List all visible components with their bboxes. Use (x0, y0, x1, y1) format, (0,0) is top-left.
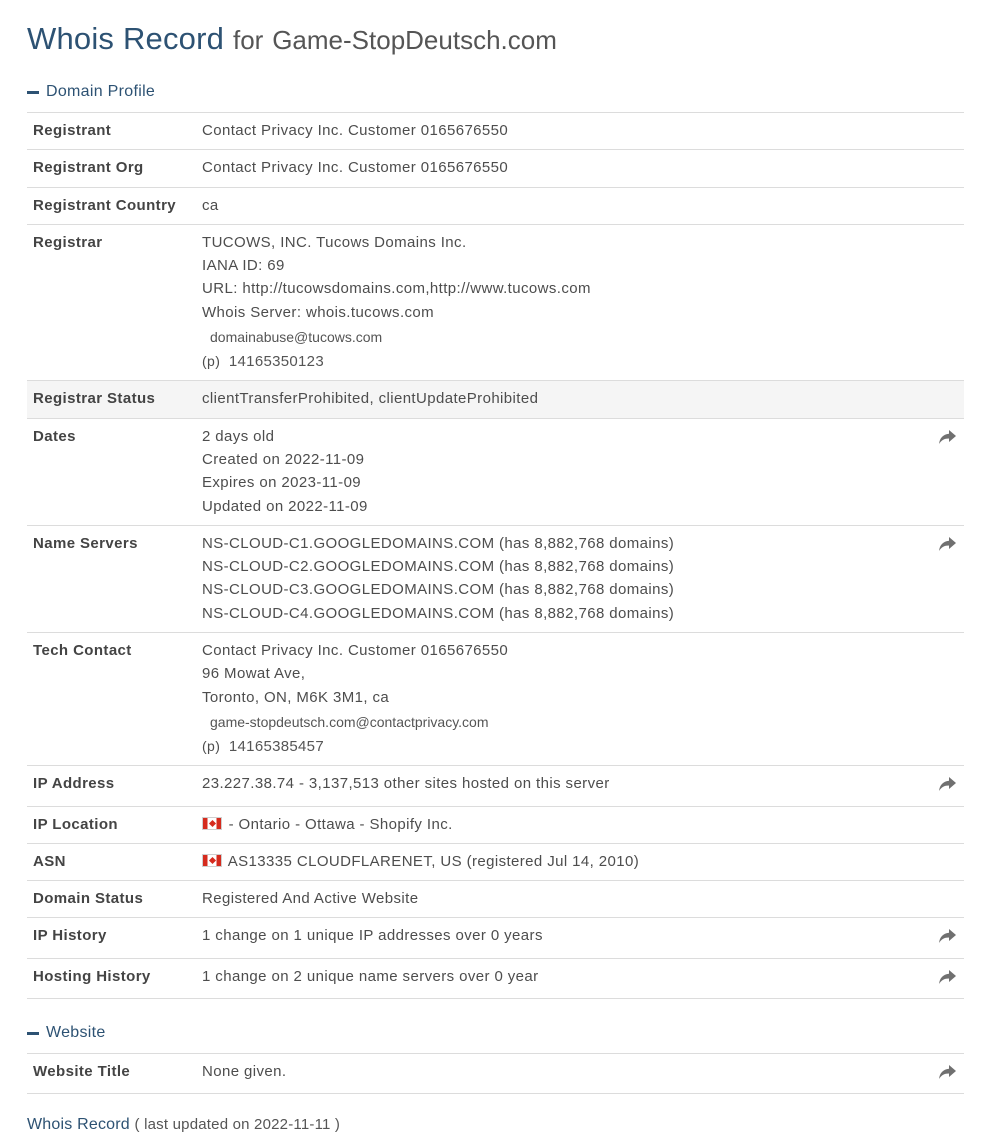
ip-history-value: 1 change on 1 unique IP addresses over 0… (202, 927, 543, 945)
table-row: Registrant Org Contact Privacy Inc. Cust… (27, 149, 964, 187)
table-row: Domain Status Registered And Active Webs… (27, 880, 964, 918)
ip-location-value: - Ontario - Ottawa - Shopify Inc. (224, 815, 453, 833)
registrar-email: domainabuse@tucows.com (210, 329, 383, 346)
table-row: IP History 1 change on 1 unique IP addre… (27, 917, 964, 958)
registrar-value: TUCOWS, INC. Tucows Domains Inc. IANA ID… (196, 224, 926, 380)
table-row: Registrar TUCOWS, INC. Tucows Domains In… (27, 224, 964, 380)
canada-flag-icon (202, 853, 222, 867)
domain-status-value: Registered And Active Website (202, 890, 419, 908)
domain-profile-toggle[interactable]: Domain Profile (27, 80, 964, 104)
page-title-main: Whois Record (27, 21, 225, 56)
ip-location-label: IP Location (33, 815, 118, 833)
whois-page: Whois Record for Game-StopDeutsch.com Do… (0, 0, 964, 1134)
tech-contact-phone: 14165385457 (228, 737, 324, 755)
table-row: Website Title None given. (27, 1053, 964, 1094)
domain-profile-heading: Domain Profile (46, 83, 156, 100)
name-server-4: NS-CLOUD-C4.GOOGLEDOMAINS.COM (has 8,882… (202, 604, 675, 622)
share-arrow-icon (939, 429, 956, 444)
website-title-label: Website Title (33, 1063, 131, 1081)
table-row: Tech Contact Contact Privacy Inc. Custom… (27, 632, 964, 766)
website-toggle[interactable]: Website (27, 1021, 964, 1045)
hosting-history-share-button[interactable] (926, 958, 964, 998)
tech-contact-phone-label: (p) (202, 737, 221, 754)
canada-flag-icon (202, 816, 222, 830)
asn-value: AS13335 CLOUDFLARENET, US (registered Ju… (227, 852, 640, 870)
share-arrow-icon (939, 969, 956, 984)
tech-contact-label: Tech Contact (33, 642, 132, 660)
ip-address-label: IP Address (33, 775, 115, 793)
registrar-url: URL: http://tucowsdomains.com,http://www… (202, 280, 591, 298)
name-server-3: NS-CLOUD-C3.GOOGLEDOMAINS.COM (has 8,882… (202, 581, 675, 599)
tech-contact-name: Contact Privacy Inc. Customer 0165676550 (202, 642, 509, 660)
tech-contact-street: 96 Mowat Ave, (202, 665, 306, 683)
domain-age: 2 days old (202, 427, 275, 445)
updated-date: Updated on 2022-11-09 (202, 497, 368, 515)
table-row: Registrant Contact Privacy Inc. Customer… (27, 112, 964, 150)
minus-icon (27, 1031, 39, 1035)
registrant-country-label: Registrant Country (33, 196, 177, 214)
dates-share-button[interactable] (926, 418, 964, 525)
tech-contact-city: Toronto, ON, M6K 3M1, ca (202, 688, 390, 706)
registrar-phone-label: (p) (202, 353, 221, 370)
asn-cell: AS13335 CLOUDFLARENET, US (registered Ju… (196, 843, 926, 880)
registrar-phone: 14165350123 (228, 353, 324, 371)
share-arrow-icon (939, 536, 956, 551)
name-servers-share-button[interactable] (926, 525, 964, 632)
table-row: Registrant Country ca (27, 187, 964, 224)
ip-address-share-button[interactable] (926, 766, 964, 806)
tech-contact-email: game-stopdeutsch.com@contactprivacy.com (210, 713, 489, 730)
registrar-status-value: clientTransferProhibited, clientUpdatePr… (196, 380, 926, 419)
name-servers-value: NS-CLOUD-C1.GOOGLEDOMAINS.COM (has 8,882… (196, 525, 926, 632)
registrant-value: Contact Privacy Inc. Customer 0165676550 (202, 122, 509, 139)
table-row: Hosting History 1 change on 2 unique nam… (27, 958, 964, 999)
website-table: Website Title None given. (27, 1053, 964, 1094)
page-title: Whois Record for Game-StopDeutsch.com (27, 0, 964, 68)
registrant-country-value: ca (202, 196, 219, 214)
dates-label: Dates (33, 427, 76, 445)
asn-label: ASN (33, 852, 66, 870)
registrant-org-label: Registrant Org (33, 159, 144, 177)
minus-icon (27, 90, 39, 94)
expires-date: Expires on 2023-11-09 (202, 474, 362, 492)
registrant-label: Registrant (33, 122, 112, 139)
share-arrow-icon (939, 929, 956, 944)
table-row: IP Address 23.227.38.74 - 3,137,513 othe… (27, 765, 964, 806)
page-title-for: for (232, 25, 264, 55)
page-title-domain: Game-StopDeutsch.com (272, 25, 557, 55)
created-date: Created on 2022-11-09 (202, 450, 365, 468)
ip-history-label: IP History (33, 927, 107, 945)
registrar-status-label: Registrar Status (27, 380, 196, 419)
share-arrow-icon (939, 777, 956, 792)
hosting-history-value: 1 change on 2 unique name servers over 0… (202, 967, 539, 985)
domain-profile-table: Registrant Contact Privacy Inc. Customer… (27, 112, 964, 999)
registrar-whois-server: Whois Server: whois.tucows.com (202, 303, 435, 321)
table-row: ASN AS13335 CLOUDFLARENET, US (registere… (27, 843, 964, 880)
share-arrow-icon (939, 1065, 956, 1080)
table-row: Registrar Status clientTransferProhibite… (27, 380, 964, 419)
registrar-name: TUCOWS, INC. Tucows Domains Inc. (202, 233, 467, 251)
footer-whois-record: Whois Record (27, 1116, 130, 1134)
footer-last-updated: ( last updated on 2022-11-11 ) (134, 1116, 341, 1134)
registrar-label: Registrar (33, 233, 103, 251)
footer: Whois Record ( last updated on 2022-11-1… (27, 1116, 964, 1134)
hosting-history-label: Hosting History (33, 967, 151, 985)
name-servers-label: Name Servers (33, 534, 138, 552)
domain-status-label: Domain Status (33, 890, 144, 908)
dates-value: 2 days old Created on 2022-11-09 Expires… (196, 418, 926, 525)
table-row: IP Location - Ontario - Ottawa - Shopify… (27, 806, 964, 843)
name-server-2: NS-CLOUD-C2.GOOGLEDOMAINS.COM (has 8,882… (202, 558, 675, 576)
registrant-org-value: Contact Privacy Inc. Customer 0165676550 (202, 159, 509, 177)
table-row: Dates 2 days old Created on 2022-11-09 E… (27, 418, 964, 525)
website-share-button[interactable] (926, 1054, 964, 1094)
ip-history-share-button[interactable] (926, 918, 964, 958)
ip-location-cell: - Ontario - Ottawa - Shopify Inc. (196, 806, 926, 843)
website-heading: Website (46, 1024, 106, 1042)
tech-contact-value: Contact Privacy Inc. Customer 0165676550… (196, 633, 926, 766)
registrar-iana: IANA ID: 69 (202, 257, 285, 275)
name-server-1: NS-CLOUD-C1.GOOGLEDOMAINS.COM (has 8,882… (202, 534, 675, 552)
ip-address-value: 23.227.38.74 - 3,137,513 other sites hos… (202, 775, 610, 793)
website-title-value: None given. (202, 1063, 287, 1081)
table-row: Name Servers NS-CLOUD-C1.GOOGLEDOMAINS.C… (27, 525, 964, 632)
